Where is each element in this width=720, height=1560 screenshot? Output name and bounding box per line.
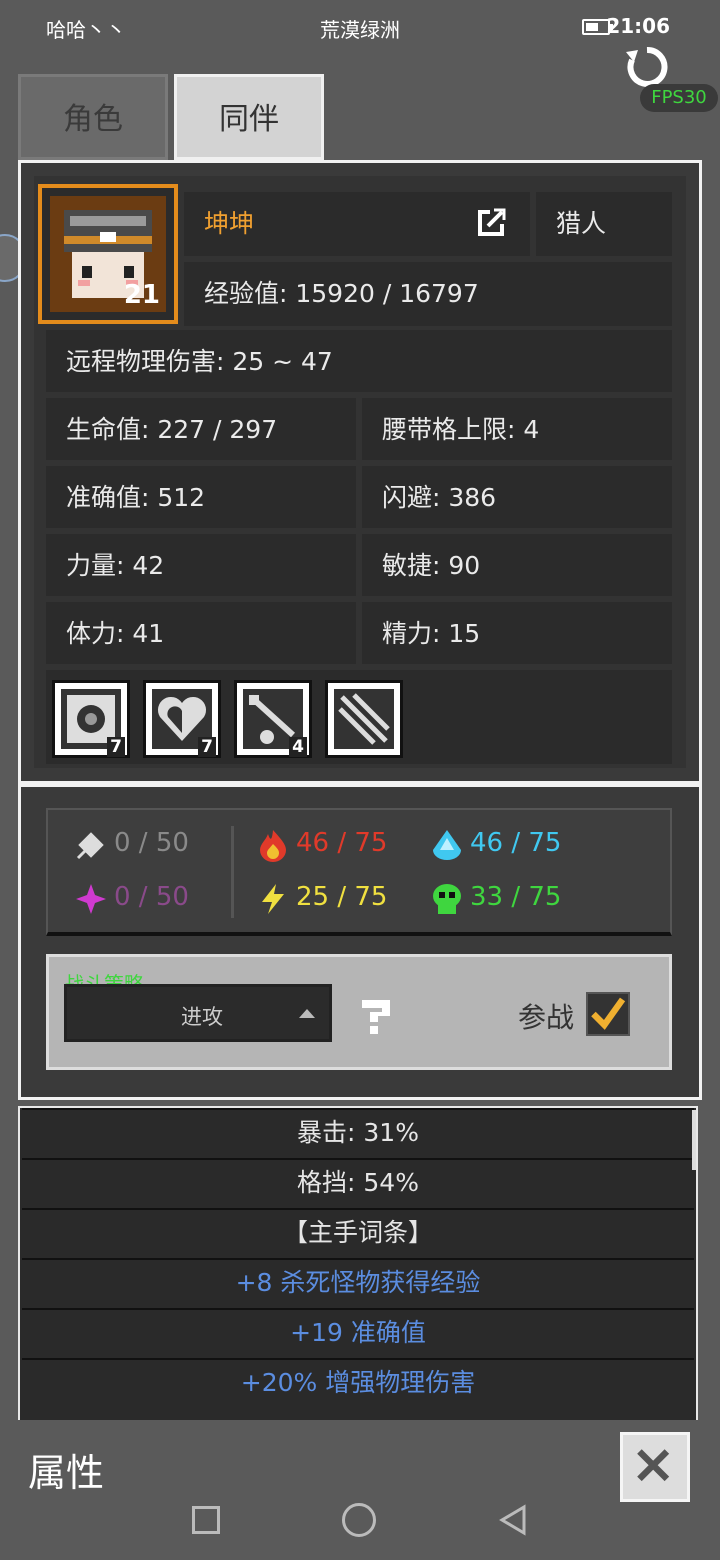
check-icon <box>591 997 626 1030</box>
skill-slot-1[interactable]: 7 <box>52 680 130 758</box>
close-button[interactable] <box>620 1432 690 1502</box>
companion-name: 坤坤 <box>204 209 255 238</box>
accuracy-cell: 准确值: 512 <box>46 466 356 528</box>
skill-slot-2[interactable]: 7 <box>143 680 221 758</box>
fps-badge: FPS30 <box>640 84 718 112</box>
arcane-resist-value: 0 / 50 <box>114 882 189 912</box>
attribute-row: +19 准确值 <box>22 1308 694 1355</box>
agility-cell: 敏捷: 90 <box>362 534 672 596</box>
spirit-cell: 精力: 15 <box>362 602 672 664</box>
class-cell: 猎人 <box>536 192 672 256</box>
attribute-row: +20% 增强物理伤害 <box>22 1358 694 1405</box>
strategy-dropdown[interactable]: 进攻 <box>64 984 332 1042</box>
skill-slot-3[interactable]: 4 <box>234 680 312 758</box>
clock: 21:06 <box>606 14 670 38</box>
companion-level: 21 <box>123 280 160 310</box>
belt-cell: 腰带格上限: 4 <box>362 398 672 460</box>
hp-cell: 生命值: 227 / 297 <box>46 398 356 460</box>
tab-companion[interactable]: 同伴 <box>174 74 324 160</box>
physical-resist-icon <box>76 832 104 860</box>
nav-recents-button[interactable] <box>192 1506 220 1534</box>
dodge-cell: 闪避: 386 <box>362 466 672 528</box>
close-icon <box>637 1449 670 1482</box>
cold-resist-icon <box>433 830 461 860</box>
dropdown-arrow-icon <box>299 1009 315 1018</box>
arcane-resist-icon <box>76 884 106 914</box>
poison-resist-icon <box>433 884 461 914</box>
attribute-row: +8 杀死怪物获得经验 <box>22 1258 694 1305</box>
companion-avatar[interactable]: 21 <box>38 184 178 324</box>
resistance-divider <box>231 826 234 918</box>
skill-count: 4 <box>289 737 307 757</box>
rename-icon[interactable] <box>478 208 506 236</box>
fire-resist-value: 46 / 75 <box>296 828 388 858</box>
poison-resist-value: 33 / 75 <box>470 882 562 912</box>
strength-cell: 力量: 42 <box>46 534 356 596</box>
join-battle-label: 参战 <box>518 1001 575 1034</box>
attribute-row: 格挡: 54% <box>22 1158 694 1205</box>
strategy-value: 进攻 <box>181 1005 223 1029</box>
skill-count: 7 <box>107 737 125 757</box>
tab-role[interactable]: 角色 <box>18 74 168 160</box>
help-icon[interactable] <box>356 996 396 1036</box>
stamina-cell: 体力: 41 <box>46 602 356 664</box>
attribute-row: 【主手词条】 <box>22 1208 694 1255</box>
arrows-skill-icon <box>334 689 394 749</box>
nav-home-button[interactable] <box>342 1503 376 1537</box>
skill-count: 7 <box>198 737 216 757</box>
fire-resist-icon <box>260 830 286 862</box>
skill-slot-4[interactable] <box>325 680 403 758</box>
lightning-resist-value: 25 / 75 <box>296 882 388 912</box>
avatar-portrait: 21 <box>50 196 166 312</box>
join-battle-checkbox[interactable] <box>586 992 630 1036</box>
physical-resist-value: 0 / 50 <box>114 828 189 858</box>
exp-cell: 经验值: 15920 / 16797 <box>184 262 672 326</box>
attribute-row: 暴击: 31% <box>22 1108 694 1155</box>
footer-title: 属性 <box>28 1451 105 1495</box>
attributes-scrollbar[interactable] <box>692 1110 696 1170</box>
nav-back-button[interactable] <box>496 1503 530 1537</box>
cold-resist-value: 46 / 75 <box>470 828 562 858</box>
damage-cell: 远程物理伤害: 25 ~ 47 <box>46 330 672 392</box>
lightning-resist-icon <box>262 884 284 914</box>
